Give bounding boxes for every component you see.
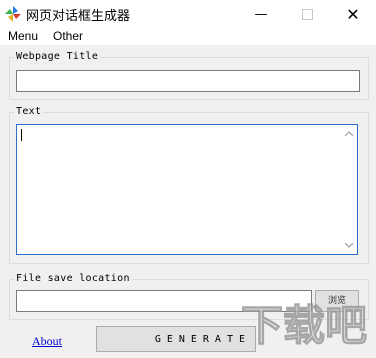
title-bar: 网页对话框生成器 — ✕: [0, 0, 376, 28]
file-save-label: File save location: [14, 273, 132, 284]
webpage-title-input[interactable]: [16, 70, 360, 92]
close-button[interactable]: ✕: [330, 0, 376, 28]
scroll-up-icon[interactable]: [345, 131, 353, 136]
close-icon: ✕: [346, 4, 360, 24]
minimize-button[interactable]: —: [238, 0, 284, 28]
svg-text:下载吧: 下载吧: [241, 301, 367, 350]
maximize-icon: [301, 8, 313, 20]
text-area[interactable]: [16, 124, 358, 255]
webpage-title-label: Webpage Title: [14, 51, 101, 62]
menu-item-menu[interactable]: Menu: [8, 28, 38, 45]
app-icon: [5, 6, 21, 22]
window-title: 网页对话框生成器: [26, 9, 131, 24]
about-link[interactable]: About: [32, 334, 62, 349]
text-cursor: [21, 129, 22, 141]
menu-item-other[interactable]: Other: [53, 28, 83, 45]
maximize-button: [284, 0, 330, 28]
scrollbar[interactable]: [341, 125, 357, 254]
minimize-icon: —: [254, 6, 268, 22]
scroll-down-icon[interactable]: [345, 243, 353, 248]
menu-bar: Menu Other: [0, 28, 376, 45]
text-label: Text: [14, 106, 44, 117]
watermark-logo: 下载吧: [240, 300, 367, 350]
